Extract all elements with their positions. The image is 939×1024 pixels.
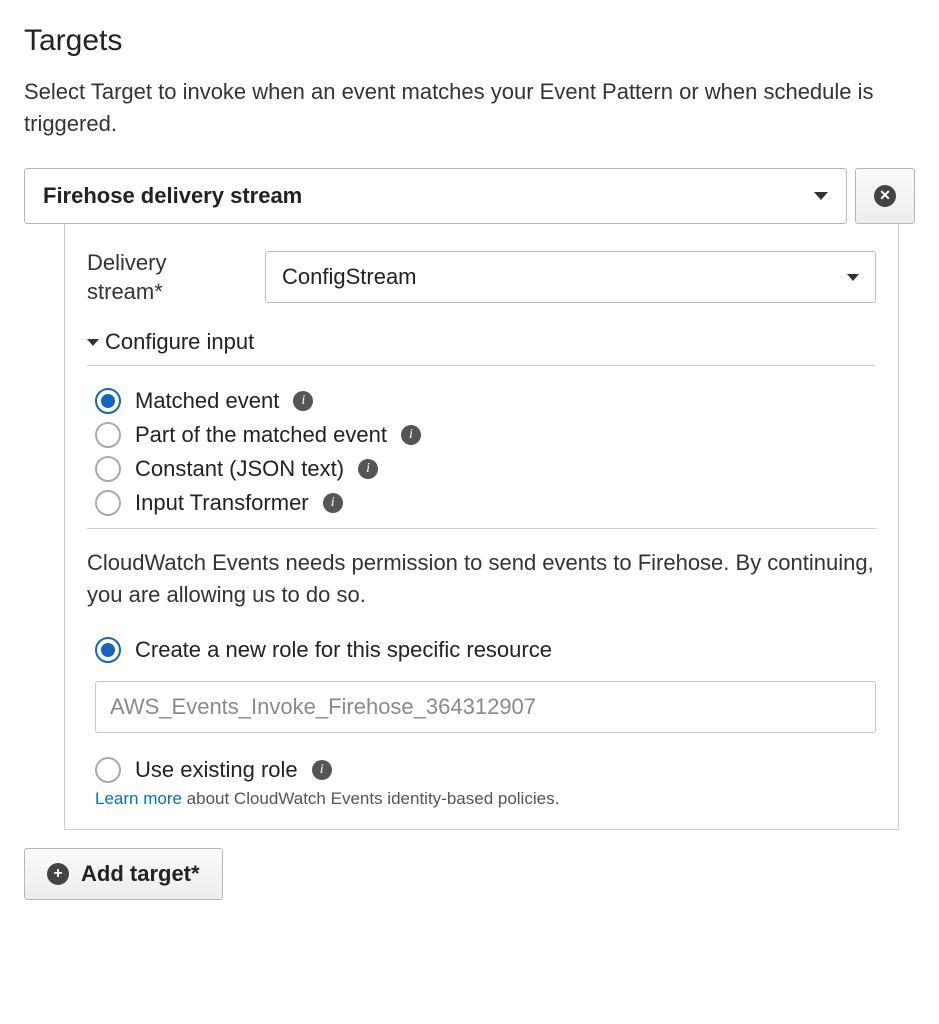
chevron-down-icon: [847, 274, 859, 281]
radio-label: Use existing role: [135, 757, 298, 783]
radio-constant-json[interactable]: Constant (JSON text) i: [95, 452, 876, 486]
plus-icon: +: [47, 863, 69, 885]
delivery-stream-select[interactable]: ConfigStream: [265, 251, 876, 303]
targets-description: Select Target to invoke when an event ma…: [24, 76, 915, 140]
role-name-input[interactable]: [95, 681, 876, 733]
info-icon[interactable]: i: [358, 459, 378, 479]
configure-input-label: Configure input: [105, 329, 254, 355]
radio-use-existing-role[interactable]: Use existing role i: [95, 753, 876, 787]
remove-target-button[interactable]: ✕: [855, 168, 915, 224]
learn-more-text: about CloudWatch Events identity-based p…: [182, 789, 559, 808]
add-target-button[interactable]: + Add target*: [24, 848, 223, 900]
delivery-stream-label: Delivery stream*: [87, 248, 237, 307]
radio-label: Create a new role for this specific reso…: [135, 637, 552, 663]
radio-label: Part of the matched event: [135, 422, 387, 448]
radio-icon: [95, 456, 121, 482]
configure-input-toggle[interactable]: Configure input: [87, 329, 876, 355]
learn-more-row: Learn more about CloudWatch Events ident…: [95, 789, 876, 809]
info-icon[interactable]: i: [323, 493, 343, 513]
delivery-stream-value: ConfigStream: [282, 264, 417, 290]
target-type-value: Firehose delivery stream: [43, 183, 302, 209]
radio-icon: [95, 388, 121, 414]
radio-icon: [95, 422, 121, 448]
radio-icon: [95, 637, 121, 663]
target-config-panel: Delivery stream* ConfigStream Configure …: [64, 224, 899, 830]
radio-label: Matched event: [135, 388, 279, 414]
target-type-select[interactable]: Firehose delivery stream: [24, 168, 847, 224]
info-icon[interactable]: i: [401, 425, 421, 445]
radio-create-new-role[interactable]: Create a new role for this specific reso…: [95, 633, 876, 667]
info-icon[interactable]: i: [293, 391, 313, 411]
chevron-down-icon: [87, 339, 99, 346]
radio-label: Input Transformer: [135, 490, 309, 516]
info-icon[interactable]: i: [312, 760, 332, 780]
divider: [87, 365, 876, 366]
permission-text: CloudWatch Events needs permission to se…: [87, 547, 876, 611]
radio-matched-event[interactable]: Matched event i: [95, 384, 876, 418]
add-target-label: Add target*: [81, 861, 200, 887]
divider: [87, 528, 876, 529]
radio-part-of-matched-event[interactable]: Part of the matched event i: [95, 418, 876, 452]
learn-more-link[interactable]: Learn more: [95, 789, 182, 808]
radio-input-transformer[interactable]: Input Transformer i: [95, 486, 876, 520]
radio-icon: [95, 490, 121, 516]
radio-label: Constant (JSON text): [135, 456, 344, 482]
radio-icon: [95, 757, 121, 783]
chevron-down-icon: [814, 192, 828, 200]
targets-heading: Targets: [24, 24, 915, 58]
close-icon: ✕: [874, 185, 896, 207]
